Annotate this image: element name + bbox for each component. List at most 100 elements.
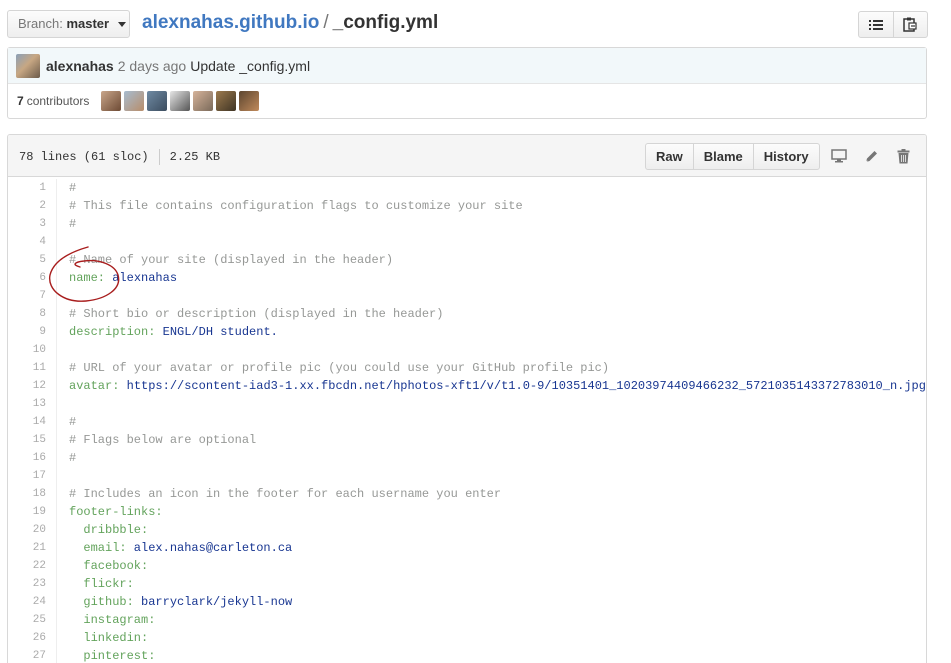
- line-number[interactable]: 13: [8, 395, 57, 413]
- line-number[interactable]: 14: [8, 413, 57, 431]
- code-line: 4: [8, 233, 926, 251]
- code-text: # Includes an icon in the footer for eac…: [57, 485, 501, 503]
- line-number[interactable]: 20: [8, 521, 57, 539]
- code-text: instagram:: [57, 611, 155, 629]
- code-token: footer-links:: [69, 505, 163, 519]
- line-number[interactable]: 19: [8, 503, 57, 521]
- code-text: footer-links:: [57, 503, 163, 521]
- repo-link[interactable]: alexnahas.github.io: [142, 12, 319, 33]
- line-number[interactable]: 11: [8, 359, 57, 377]
- line-number[interactable]: 17: [8, 467, 57, 485]
- line-number[interactable]: 3: [8, 215, 57, 233]
- code-text: avatar: https://scontent-iad3-1.xx.fbcdn…: [57, 377, 927, 395]
- code-line: 17: [8, 467, 926, 485]
- blame-button[interactable]: Blame: [692, 144, 753, 169]
- line-number[interactable]: 7: [8, 287, 57, 305]
- contributor-avatar[interactable]: [239, 91, 260, 111]
- code-token: linkedin:: [69, 631, 149, 645]
- line-number[interactable]: 25: [8, 611, 57, 629]
- code-text: #: [57, 413, 76, 431]
- breadcrumb-separator: /: [323, 12, 329, 33]
- code-text: name: alexnahas: [57, 269, 177, 287]
- file-icon-actions: [830, 148, 912, 164]
- code-line: 27 pinterest:: [8, 647, 926, 663]
- line-number[interactable]: 8: [8, 305, 57, 323]
- line-number[interactable]: 1: [8, 179, 57, 197]
- line-number[interactable]: 27: [8, 647, 57, 663]
- code-token: # Short bio or description (displayed in…: [69, 307, 444, 321]
- code-text: email: alex.nahas@carleton.ca: [57, 539, 292, 557]
- line-number[interactable]: 16: [8, 449, 57, 467]
- file-viewer: 78 lines (61 sloc) 2.25 KB Raw Blame Hist…: [7, 134, 927, 663]
- code-token: #: [69, 415, 77, 429]
- contributor-avatar[interactable]: [170, 91, 191, 111]
- line-number[interactable]: 23: [8, 575, 57, 593]
- commit-author-link[interactable]: alexnahas: [46, 58, 114, 74]
- trash-icon[interactable]: [894, 148, 912, 164]
- line-number[interactable]: 9: [8, 323, 57, 341]
- code-line: 13: [8, 395, 926, 413]
- code-token: description:: [69, 325, 156, 339]
- code-line: 23 flickr:: [8, 575, 926, 593]
- line-number[interactable]: 24: [8, 593, 57, 611]
- line-count: 78 lines (61 sloc): [19, 150, 149, 165]
- line-number[interactable]: 10: [8, 341, 57, 359]
- code-listing: 1 #2 # This file contains configuration fl…: [8, 177, 926, 663]
- code-text: flickr:: [57, 575, 133, 593]
- code-text: description: ENGL/DH student.: [57, 323, 278, 341]
- contributor-avatar[interactable]: [193, 91, 214, 111]
- contributors-count[interactable]: 7: [17, 94, 24, 108]
- desktop-icon[interactable]: [830, 148, 848, 164]
- line-number[interactable]: 21: [8, 539, 57, 557]
- code-token: email:: [69, 541, 127, 555]
- code-line: 26 linkedin:: [8, 629, 926, 647]
- code-token: dribbble:: [69, 523, 149, 537]
- list-view-button[interactable]: [859, 12, 893, 37]
- raw-button[interactable]: Raw: [646, 144, 693, 169]
- line-number[interactable]: 6: [8, 269, 57, 287]
- code-line: 22 facebook:: [8, 557, 926, 575]
- contributors-row: 7 contributors: [8, 84, 926, 118]
- contributor-avatar[interactable]: [124, 91, 145, 111]
- code-text: #: [57, 449, 76, 467]
- line-number[interactable]: 18: [8, 485, 57, 503]
- line-number[interactable]: 12: [8, 377, 57, 395]
- code-line: 11 # URL of your avatar or profile pic (y…: [8, 359, 926, 377]
- code-text: facebook:: [57, 557, 148, 575]
- line-number[interactable]: 26: [8, 629, 57, 647]
- line-number[interactable]: 2: [8, 197, 57, 215]
- line-number[interactable]: 22: [8, 557, 57, 575]
- contributor-avatar[interactable]: [101, 91, 122, 111]
- code-token: # Flags below are optional: [69, 433, 257, 447]
- code-line: 7: [8, 287, 926, 305]
- contributors-label[interactable]: contributors: [27, 94, 90, 108]
- code-token: https://scontent-iad3-1.xx.fbcdn.net/hph…: [119, 379, 927, 393]
- branch-selector-button[interactable]: Branch: master: [7, 10, 130, 38]
- line-number[interactable]: 4: [8, 233, 57, 251]
- code-token: name:: [69, 271, 106, 285]
- code-token: # Includes an icon in the footer for eac…: [69, 487, 502, 501]
- list-icon: [868, 19, 883, 30]
- code-line: 12 avatar: https://scontent-iad3-1.xx.fbc…: [8, 377, 926, 395]
- avatar[interactable]: [16, 53, 40, 78]
- code-text: #: [57, 179, 76, 197]
- contributor-avatar[interactable]: [216, 91, 237, 111]
- code-line: 3 #: [8, 215, 926, 233]
- code-text: # Name of your site (displayed in the he…: [57, 251, 393, 269]
- line-number[interactable]: 15: [8, 431, 57, 449]
- code-line: 6 name: alexnahas: [8, 269, 926, 287]
- contributor-avatar[interactable]: [147, 91, 168, 111]
- copy-path-button[interactable]: [892, 12, 928, 37]
- code-token: instagram:: [69, 613, 156, 627]
- line-number[interactable]: 5: [8, 251, 57, 269]
- code-token: #: [69, 451, 77, 465]
- commit-message-link[interactable]: Update _config.yml: [190, 58, 310, 74]
- pencil-icon[interactable]: [862, 148, 880, 164]
- divider: [158, 149, 160, 165]
- code-text: # Flags below are optional: [57, 431, 256, 449]
- history-button[interactable]: History: [752, 144, 819, 169]
- branch-name: master: [66, 16, 110, 31]
- code-token: # This file contains configuration flags…: [69, 199, 523, 213]
